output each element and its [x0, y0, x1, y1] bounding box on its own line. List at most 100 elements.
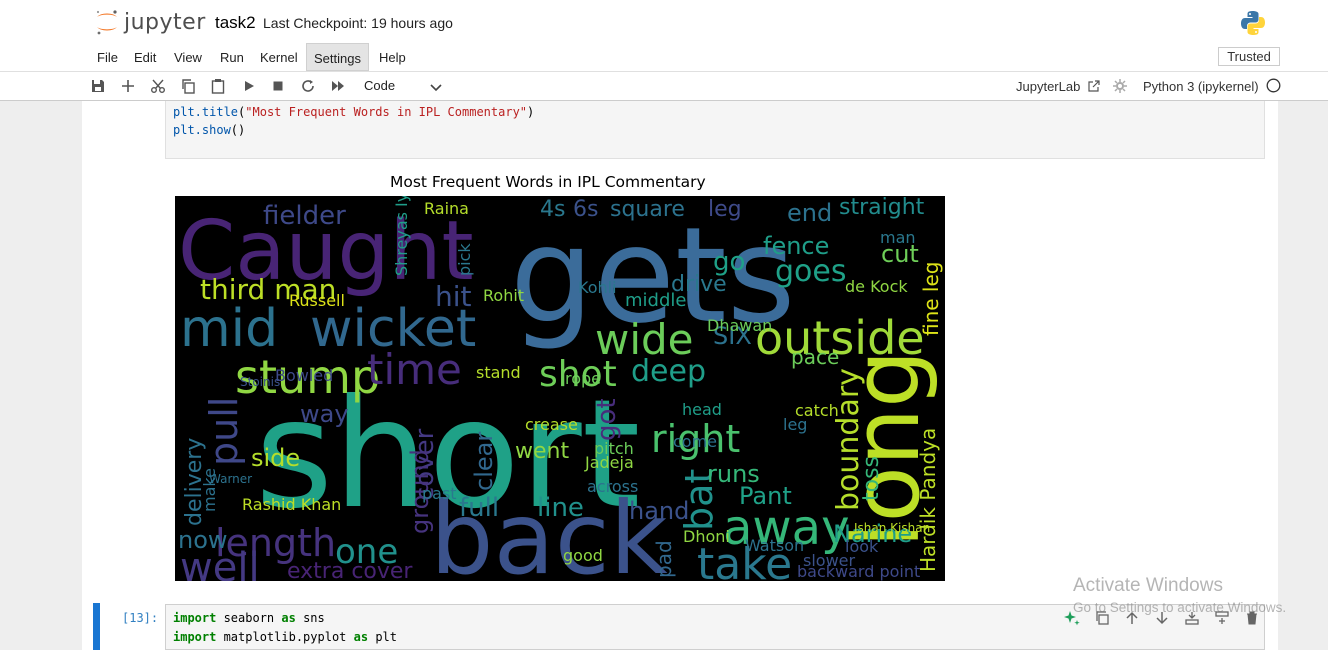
wordcloud-word: Stoinis [240, 375, 280, 389]
copy-icon[interactable] [178, 76, 198, 96]
wordcloud-word: pick [455, 243, 474, 276]
wordcloud-word: slower [803, 551, 856, 570]
cut-icon[interactable] [148, 76, 168, 96]
menu-settings[interactable]: Settings [306, 43, 369, 71]
menu-bar: File Edit View Run Kernel Settings Help [0, 43, 1328, 72]
menu-kernel[interactable]: Kernel [260, 43, 298, 71]
wordcloud-word: go [713, 247, 745, 277]
jupyterlab-link[interactable]: JupyterLab [1016, 79, 1100, 94]
fast-forward-icon[interactable] [328, 76, 348, 96]
code-line: plt.show() [173, 123, 246, 137]
wordcloud-word: went [515, 439, 569, 464]
run-icon[interactable] [239, 76, 259, 96]
menu-edit[interactable]: Edit [134, 43, 156, 71]
paste-icon[interactable] [208, 76, 228, 96]
save-icon[interactable] [88, 76, 108, 96]
wordcloud-word: leg [708, 197, 742, 222]
notebook-name[interactable]: task2 [215, 13, 256, 33]
wordcloud-word: Rashid Khan [242, 495, 341, 514]
wordcloud-word: hit [435, 280, 472, 313]
wordcloud-word: Dhoni [683, 527, 730, 546]
wordcloud-word: stand [476, 363, 521, 382]
wordcloud-word: got [592, 398, 622, 441]
restart-icon[interactable] [298, 76, 318, 96]
wordcloud-word: man [880, 228, 916, 247]
code-line: plt.title("Most Frequent Words in IPL Co… [173, 105, 535, 119]
external-link-icon [1088, 80, 1100, 92]
wordcloud-word: 4s [540, 197, 565, 222]
add-cell-icon[interactable] [118, 76, 138, 96]
stop-icon[interactable] [268, 76, 288, 96]
code-cell-input[interactable]: plt.title("Most Frequent Words in IPL Co… [165, 101, 1265, 159]
wordcloud-image: short gets back Caught long outside wide mid wic… [175, 196, 945, 581]
wordcloud-word: pad [652, 540, 676, 578]
wordcloud-word: now [178, 526, 228, 554]
wordcloud-word: Ishan Kishan [854, 521, 930, 535]
wordcloud-word: extra cover [287, 559, 413, 581]
kernel-name[interactable]: Python 3 (ipykernel) [1143, 79, 1259, 94]
wordcloud-word: Bowled [275, 366, 333, 385]
wordcloud-word: hand [629, 497, 689, 525]
activate-windows-subtext: Go to Settings to activate Windows. [1073, 600, 1287, 615]
wordcloud-word: Russell [289, 291, 345, 310]
menu-run[interactable]: Run [220, 43, 244, 71]
activate-windows-watermark: Activate Windows [1073, 575, 1223, 596]
jupyter-logo-icon [96, 10, 117, 35]
wordcloud-word: 6s [573, 197, 598, 222]
menu-view[interactable]: View [174, 43, 202, 71]
wordcloud-title: Most Frequent Words in IPL Commentary [390, 173, 706, 191]
wordcloud-word: good [563, 546, 603, 565]
code-line: import matplotlib.pyplot as plt [173, 630, 397, 644]
wordcloud-word: fine leg [919, 262, 943, 337]
menu-file[interactable]: File [97, 43, 118, 71]
wordcloud-word: across [587, 477, 638, 496]
wordcloud-word: pace [791, 345, 839, 369]
wordcloud-svg: shortgetsbackCaughtlongoutsidewidemid wic… [178, 196, 943, 581]
wordcloud-word: head [682, 400, 722, 419]
wordcloud-word: Rohit [483, 286, 524, 305]
python-logo-icon [1240, 10, 1266, 41]
wordcloud-word: outside [755, 311, 925, 365]
wordcloud-word: leg [783, 415, 807, 434]
wordcloud-word: past [422, 484, 457, 503]
wordcloud-word: Kohli [578, 278, 617, 297]
kernel-settings-gear-icon[interactable] [1113, 79, 1127, 98]
wordcloud-word: Jadeja [584, 453, 634, 472]
trusted-badge[interactable]: Trusted [1218, 47, 1280, 66]
wordcloud-word: time [367, 345, 462, 394]
wordcloud-word: Pant [739, 482, 792, 510]
jupyterlab-link-label: JupyterLab [1016, 79, 1081, 94]
cell-type-select[interactable]: Code [364, 78, 395, 93]
jupyter-logo[interactable]: jupyter [94, 8, 206, 36]
chevron-down-icon[interactable] [430, 80, 442, 98]
wordcloud-word: clear [470, 432, 498, 491]
active-cell-indicator [93, 603, 100, 650]
cell-prompt: [13]: [122, 611, 159, 625]
jupyter-logo-text: jupyter [124, 9, 206, 35]
wordcloud-word: Hardik Pandya [916, 428, 940, 572]
wordcloud-word: square [610, 197, 685, 222]
top-header: jupyter task2 Last Checkpoint: 19 hours … [0, 0, 1328, 44]
wordcloud-word: Shreyas Iyer [392, 196, 411, 276]
menu-help[interactable]: Help [379, 43, 406, 71]
wordcloud-word: line [537, 493, 584, 523]
wordcloud-word: straight [839, 196, 925, 220]
wordcloud-word: middle [625, 290, 686, 311]
wordcloud-word: Dhawan [707, 316, 772, 335]
wordcloud-word: side [251, 444, 300, 472]
wordcloud-word: pull [202, 397, 246, 466]
wordcloud-word: fence [763, 232, 829, 260]
wordcloud-word: come [673, 432, 717, 451]
wordcloud-word: make [200, 468, 219, 512]
wordcloud-word: rope [565, 369, 601, 388]
wordcloud-word: fielder [263, 201, 346, 231]
wordcloud-word: Raina [424, 199, 469, 218]
kernel-status-idle-icon [1266, 78, 1281, 98]
wordcloud-word: Watson [745, 536, 804, 555]
wordcloud-word: way [300, 400, 349, 428]
notebook-toolbar: Code JupyterLab Python 3 (ipykernel) [0, 72, 1328, 101]
wordcloud-word: full [459, 493, 499, 523]
wordcloud-word: crease [525, 415, 578, 434]
wordcloud-word: de Kock [845, 277, 908, 296]
code-line: import seaborn as sns [173, 611, 325, 625]
